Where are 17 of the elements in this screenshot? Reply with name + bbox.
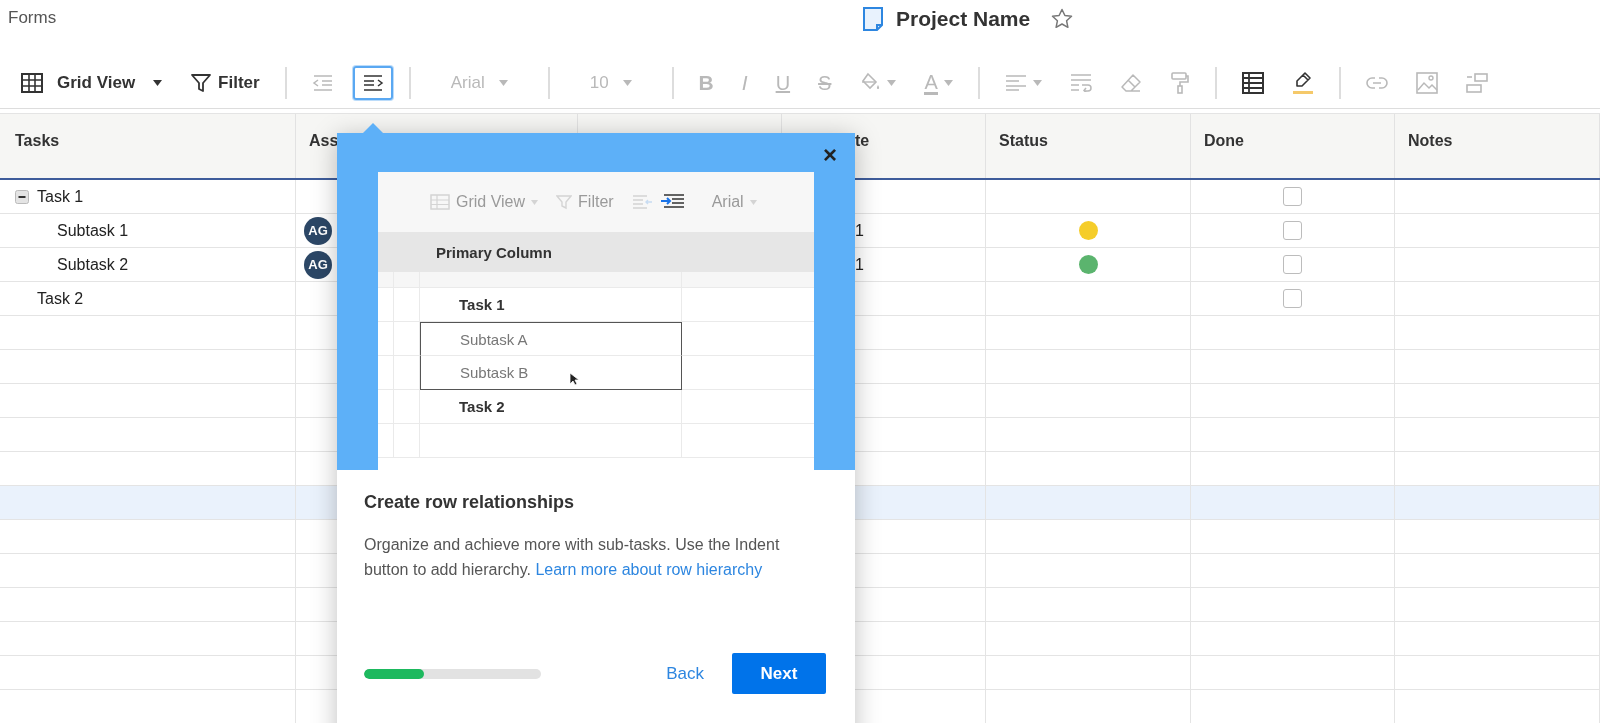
- tour-title: Create row relationships: [364, 492, 576, 513]
- task-name: Task 1: [37, 187, 84, 206]
- preview-cell: Task 2: [420, 390, 682, 424]
- assignee-avatar: AG: [304, 216, 332, 245]
- task-name: Task 2: [37, 289, 84, 308]
- preview-cell: Task 1: [420, 288, 682, 322]
- date-text: 1: [855, 221, 864, 240]
- task-name: Subtask 2: [57, 255, 129, 274]
- preview-cell: Subtask A: [420, 322, 682, 356]
- project-title: Project Name: [896, 7, 1031, 31]
- preview-label: Arial: [711, 193, 744, 211]
- date-text: 1: [855, 255, 864, 274]
- tour-description: Organize and achieve more with sub-tasks. Use the Indent button to add hierarchy. Learn more about row hierarchy: [364, 535, 781, 580]
- task-name: Subtask 1: [57, 221, 129, 240]
- assignee-avatar: AG: [304, 250, 332, 279]
- preview-label: Filter: [578, 193, 614, 211]
- preview-label: Grid View: [456, 193, 526, 211]
